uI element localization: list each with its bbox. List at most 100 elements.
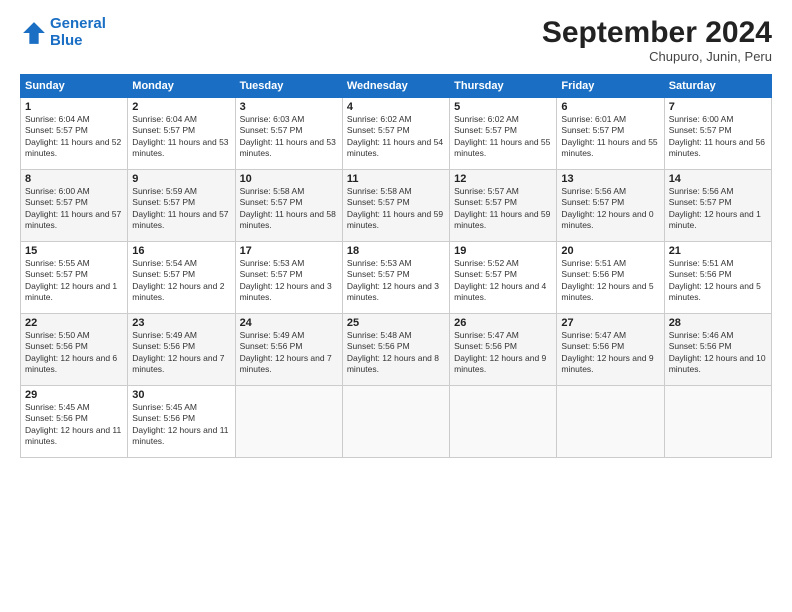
calendar-cell: 6Sunrise: 6:01 AM Sunset: 5:57 PM Daylig… — [557, 98, 664, 170]
day-info: Sunrise: 6:01 AM Sunset: 5:57 PM Dayligh… — [561, 114, 659, 160]
day-number: 12 — [454, 173, 552, 185]
logo-text: General Blue — [50, 16, 106, 49]
calendar-cell: 26Sunrise: 5:47 AM Sunset: 5:56 PM Dayli… — [450, 314, 557, 386]
day-info: Sunrise: 5:52 AM Sunset: 5:57 PM Dayligh… — [454, 258, 552, 304]
day-number: 5 — [454, 101, 552, 113]
calendar-cell: 21Sunrise: 5:51 AM Sunset: 5:56 PM Dayli… — [664, 242, 771, 314]
day-number: 11 — [347, 173, 445, 185]
calendar-cell: 3Sunrise: 6:03 AM Sunset: 5:57 PM Daylig… — [235, 98, 342, 170]
day-number: 1 — [25, 101, 123, 113]
day-info: Sunrise: 5:56 AM Sunset: 5:57 PM Dayligh… — [669, 186, 767, 232]
day-info: Sunrise: 5:45 AM Sunset: 5:56 PM Dayligh… — [25, 402, 123, 448]
day-info: Sunrise: 6:03 AM Sunset: 5:57 PM Dayligh… — [240, 114, 338, 160]
calendar-cell: 10Sunrise: 5:58 AM Sunset: 5:57 PM Dayli… — [235, 170, 342, 242]
day-info: Sunrise: 5:57 AM Sunset: 5:57 PM Dayligh… — [454, 186, 552, 232]
week-row-2: 8Sunrise: 6:00 AM Sunset: 5:57 PM Daylig… — [21, 170, 772, 242]
calendar-cell — [235, 386, 342, 458]
day-number: 19 — [454, 245, 552, 257]
day-info: Sunrise: 5:48 AM Sunset: 5:56 PM Dayligh… — [347, 330, 445, 376]
calendar-cell: 9Sunrise: 5:59 AM Sunset: 5:57 PM Daylig… — [128, 170, 235, 242]
day-info: Sunrise: 5:53 AM Sunset: 5:57 PM Dayligh… — [347, 258, 445, 304]
day-info: Sunrise: 5:56 AM Sunset: 5:57 PM Dayligh… — [561, 186, 659, 232]
calendar-cell: 4Sunrise: 6:02 AM Sunset: 5:57 PM Daylig… — [342, 98, 449, 170]
day-info: Sunrise: 5:51 AM Sunset: 5:56 PM Dayligh… — [561, 258, 659, 304]
day-number: 4 — [347, 101, 445, 113]
day-info: Sunrise: 5:59 AM Sunset: 5:57 PM Dayligh… — [132, 186, 230, 232]
day-number: 8 — [25, 173, 123, 185]
day-info: Sunrise: 6:00 AM Sunset: 5:57 PM Dayligh… — [25, 186, 123, 232]
day-number: 23 — [132, 317, 230, 329]
day-info: Sunrise: 5:51 AM Sunset: 5:56 PM Dayligh… — [669, 258, 767, 304]
page: General Blue September 2024 Chupuro, Jun… — [0, 0, 792, 612]
col-header-thursday: Thursday — [450, 75, 557, 98]
day-number: 7 — [669, 101, 767, 113]
col-header-friday: Friday — [557, 75, 664, 98]
calendar-cell: 27Sunrise: 5:47 AM Sunset: 5:56 PM Dayli… — [557, 314, 664, 386]
day-info: Sunrise: 6:04 AM Sunset: 5:57 PM Dayligh… — [132, 114, 230, 160]
logo-icon — [20, 19, 48, 47]
calendar-cell: 29Sunrise: 5:45 AM Sunset: 5:56 PM Dayli… — [21, 386, 128, 458]
month-title: September 2024 — [542, 16, 772, 49]
calendar-cell: 7Sunrise: 6:00 AM Sunset: 5:57 PM Daylig… — [664, 98, 771, 170]
day-info: Sunrise: 5:58 AM Sunset: 5:57 PM Dayligh… — [240, 186, 338, 232]
col-header-wednesday: Wednesday — [342, 75, 449, 98]
calendar-cell — [557, 386, 664, 458]
day-info: Sunrise: 5:46 AM Sunset: 5:56 PM Dayligh… — [669, 330, 767, 376]
calendar-cell — [450, 386, 557, 458]
calendar-cell: 12Sunrise: 5:57 AM Sunset: 5:57 PM Dayli… — [450, 170, 557, 242]
calendar-cell: 18Sunrise: 5:53 AM Sunset: 5:57 PM Dayli… — [342, 242, 449, 314]
day-number: 25 — [347, 317, 445, 329]
day-number: 6 — [561, 101, 659, 113]
location-subtitle: Chupuro, Junin, Peru — [542, 49, 772, 64]
day-info: Sunrise: 5:53 AM Sunset: 5:57 PM Dayligh… — [240, 258, 338, 304]
day-info: Sunrise: 6:02 AM Sunset: 5:57 PM Dayligh… — [347, 114, 445, 160]
day-number: 21 — [669, 245, 767, 257]
calendar-cell: 24Sunrise: 5:49 AM Sunset: 5:56 PM Dayli… — [235, 314, 342, 386]
day-info: Sunrise: 6:00 AM Sunset: 5:57 PM Dayligh… — [669, 114, 767, 160]
day-number: 29 — [25, 389, 123, 401]
header: General Blue September 2024 Chupuro, Jun… — [20, 16, 772, 64]
week-row-3: 15Sunrise: 5:55 AM Sunset: 5:57 PM Dayli… — [21, 242, 772, 314]
logo-blue: Blue — [50, 33, 106, 50]
calendar-cell: 1Sunrise: 6:04 AM Sunset: 5:57 PM Daylig… — [21, 98, 128, 170]
day-info: Sunrise: 5:47 AM Sunset: 5:56 PM Dayligh… — [454, 330, 552, 376]
day-number: 17 — [240, 245, 338, 257]
calendar-cell: 14Sunrise: 5:56 AM Sunset: 5:57 PM Dayli… — [664, 170, 771, 242]
col-header-monday: Monday — [128, 75, 235, 98]
day-info: Sunrise: 5:45 AM Sunset: 5:56 PM Dayligh… — [132, 402, 230, 448]
week-row-5: 29Sunrise: 5:45 AM Sunset: 5:56 PM Dayli… — [21, 386, 772, 458]
day-number: 24 — [240, 317, 338, 329]
day-info: Sunrise: 5:49 AM Sunset: 5:56 PM Dayligh… — [240, 330, 338, 376]
day-number: 14 — [669, 173, 767, 185]
day-info: Sunrise: 5:47 AM Sunset: 5:56 PM Dayligh… — [561, 330, 659, 376]
day-info: Sunrise: 5:49 AM Sunset: 5:56 PM Dayligh… — [132, 330, 230, 376]
week-row-4: 22Sunrise: 5:50 AM Sunset: 5:56 PM Dayli… — [21, 314, 772, 386]
day-number: 28 — [669, 317, 767, 329]
calendar-cell: 19Sunrise: 5:52 AM Sunset: 5:57 PM Dayli… — [450, 242, 557, 314]
col-header-sunday: Sunday — [21, 75, 128, 98]
calendar-cell: 16Sunrise: 5:54 AM Sunset: 5:57 PM Dayli… — [128, 242, 235, 314]
calendar-cell: 22Sunrise: 5:50 AM Sunset: 5:56 PM Dayli… — [21, 314, 128, 386]
logo: General Blue — [20, 16, 106, 49]
calendar-cell — [664, 386, 771, 458]
week-row-1: 1Sunrise: 6:04 AM Sunset: 5:57 PM Daylig… — [21, 98, 772, 170]
day-info: Sunrise: 6:04 AM Sunset: 5:57 PM Dayligh… — [25, 114, 123, 160]
calendar-cell: 8Sunrise: 6:00 AM Sunset: 5:57 PM Daylig… — [21, 170, 128, 242]
day-number: 2 — [132, 101, 230, 113]
day-number: 30 — [132, 389, 230, 401]
day-number: 27 — [561, 317, 659, 329]
day-number: 13 — [561, 173, 659, 185]
day-number: 26 — [454, 317, 552, 329]
logo-general: General — [50, 15, 106, 32]
title-block: September 2024 Chupuro, Junin, Peru — [542, 16, 772, 64]
col-header-saturday: Saturday — [664, 75, 771, 98]
day-number: 16 — [132, 245, 230, 257]
calendar-cell: 11Sunrise: 5:58 AM Sunset: 5:57 PM Dayli… — [342, 170, 449, 242]
day-number: 10 — [240, 173, 338, 185]
calendar-cell: 28Sunrise: 5:46 AM Sunset: 5:56 PM Dayli… — [664, 314, 771, 386]
calendar-cell — [342, 386, 449, 458]
day-info: Sunrise: 5:54 AM Sunset: 5:57 PM Dayligh… — [132, 258, 230, 304]
day-info: Sunrise: 5:55 AM Sunset: 5:57 PM Dayligh… — [25, 258, 123, 304]
calendar-cell: 30Sunrise: 5:45 AM Sunset: 5:56 PM Dayli… — [128, 386, 235, 458]
day-info: Sunrise: 5:58 AM Sunset: 5:57 PM Dayligh… — [347, 186, 445, 232]
